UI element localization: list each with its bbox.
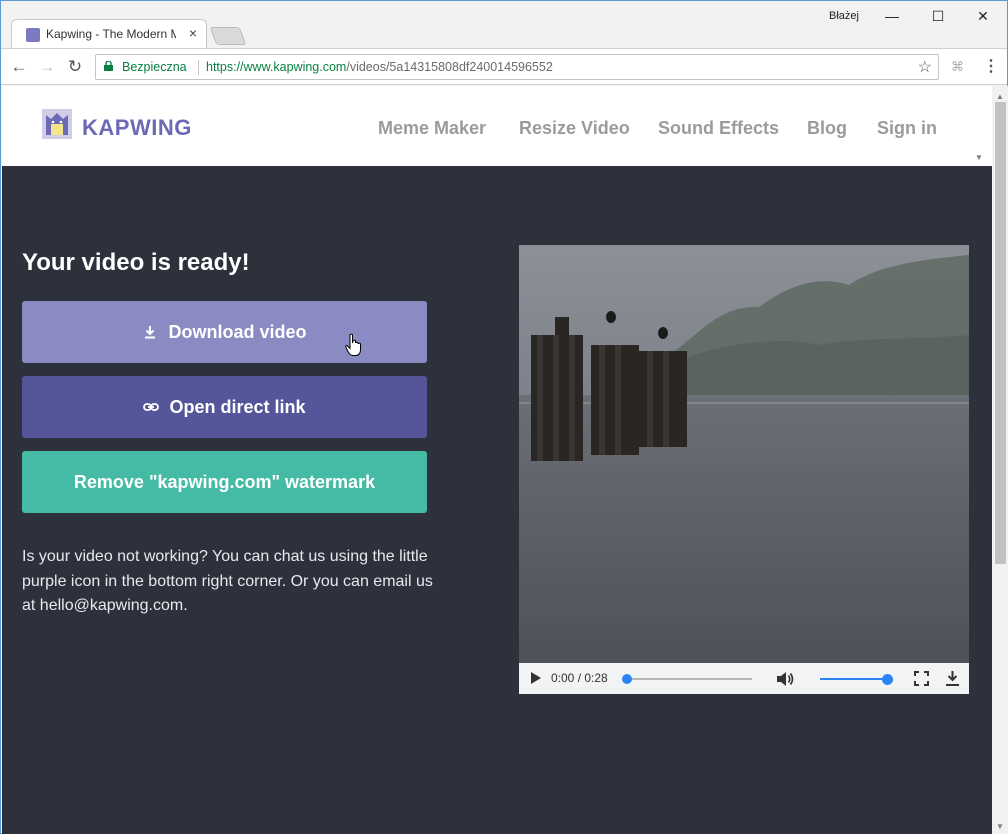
- nav-blog[interactable]: Blog: [807, 118, 847, 139]
- address-bar[interactable]: Bezpieczna https://www.kapwing.com/video…: [95, 54, 939, 80]
- browser-menu-icon[interactable]: ⋮: [983, 57, 999, 77]
- tab-title: Kapwing - The Modern M: [46, 27, 176, 41]
- volume-knob[interactable]: [882, 674, 893, 685]
- logo-text[interactable]: KAPWING: [82, 115, 192, 141]
- kapwing-logo-icon[interactable]: [42, 109, 72, 139]
- url-text: https://www.kapwing.com/videos/5a1431580…: [206, 60, 553, 74]
- download-icon[interactable]: [945, 670, 960, 687]
- page-title: Your video is ready!: [22, 249, 250, 276]
- fullscreen-icon[interactable]: [914, 671, 929, 686]
- title-bar: Kapwing - The Modern M × Błażej — ☐ ✕: [1, 1, 1007, 48]
- omnibox-divider: [198, 60, 199, 75]
- minimize-button[interactable]: —: [877, 5, 907, 27]
- download-video-label: Download video: [168, 321, 307, 342]
- open-direct-link-button[interactable]: Open direct link: [22, 376, 427, 438]
- play-icon[interactable]: [529, 671, 543, 685]
- back-button[interactable]: ←: [9, 57, 29, 77]
- download-icon: [145, 326, 156, 339]
- nav-meme-maker[interactable]: Meme Maker: [378, 118, 486, 139]
- nav-sound-effects[interactable]: Sound Effects: [658, 118, 779, 139]
- tab-close-icon[interactable]: ×: [186, 25, 200, 41]
- inner-scroll-arrow-icon[interactable]: ▼: [975, 153, 983, 162]
- help-text: Is your video not working? You can chat …: [22, 548, 433, 614]
- extension-icon[interactable]: ⌘: [951, 60, 967, 74]
- profile-name[interactable]: Błażej: [829, 10, 859, 22]
- reload-button[interactable]: ↻: [65, 57, 85, 77]
- forward-button[interactable]: →: [37, 57, 57, 77]
- close-window-button[interactable]: ✕: [968, 5, 998, 27]
- video-controls: 0:00 / 0:28: [519, 663, 969, 694]
- kapwing-favicon-icon: [26, 28, 40, 42]
- page-scrollbar[interactable]: ▲ ▼: [992, 86, 1008, 834]
- volume-track[interactable]: [820, 678, 886, 680]
- nav-resize-video[interactable]: Resize Video: [519, 118, 630, 139]
- link-icon: [143, 403, 160, 411]
- maximize-button[interactable]: ☐: [923, 5, 953, 27]
- tab-kapwing[interactable]: Kapwing - The Modern M ×: [11, 19, 207, 48]
- browser-toolbar: ← → ↻ Bezpieczna https://www.kapwing.com…: [1, 48, 1007, 85]
- bookmark-star-icon[interactable]: ☆: [918, 57, 932, 77]
- url-host: https://www.kapwing.com: [206, 60, 347, 74]
- seek-track[interactable]: [626, 678, 752, 680]
- video-frame[interactable]: [519, 245, 969, 663]
- remove-watermark-label: Remove "kapwing.com" watermark: [73, 471, 376, 492]
- seek-knob[interactable]: [622, 674, 632, 684]
- site-header: KAPWING Meme Maker Resize Video Sound Ef…: [2, 86, 992, 166]
- scroll-up-icon[interactable]: ▲: [996, 92, 1004, 101]
- new-tab-button[interactable]: [209, 27, 247, 45]
- video-player[interactable]: 0:00 / 0:28: [519, 245, 969, 694]
- secure-label: Bezpieczna: [122, 60, 187, 74]
- hand-cursor-icon: [345, 333, 361, 356]
- page-viewport: KAPWING Meme Maker Resize Video Sound Ef…: [2, 86, 1008, 834]
- nav-sign-in[interactable]: Sign in: [877, 118, 937, 139]
- lock-icon: [104, 61, 113, 71]
- browser-window: Kapwing - The Modern M × Błażej — ☐ ✕ ← …: [0, 0, 1008, 834]
- video-time: 0:00 / 0:28: [551, 671, 608, 685]
- scroll-down-icon[interactable]: ▼: [996, 822, 1004, 831]
- download-video-button[interactable]: Download video: [22, 301, 427, 363]
- remove-watermark-button[interactable]: Remove "kapwing.com" watermark: [22, 451, 427, 513]
- scroll-thumb[interactable]: [995, 102, 1006, 564]
- volume-icon[interactable]: [775, 669, 795, 689]
- open-direct-link-label: Open direct link: [169, 396, 306, 417]
- url-path: /videos/5a14315808df240014596552: [346, 60, 553, 74]
